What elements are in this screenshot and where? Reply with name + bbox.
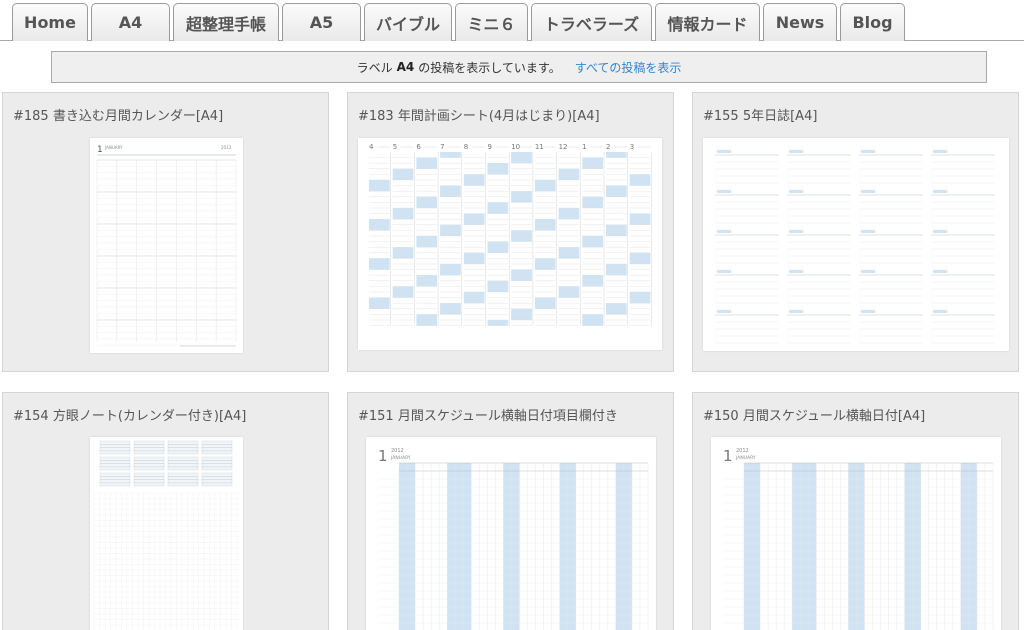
tab-a4[interactable]: A4 — [91, 3, 170, 41]
thumb-month: 1 — [723, 447, 733, 465]
month-label: 4 — [369, 143, 374, 151]
post-title[interactable]: #155 5年日誌[A4] — [703, 105, 1018, 124]
thumb-year: 2013 — [221, 145, 232, 150]
tab-chouseiri-techo[interactable]: 超整理手帳 — [173, 3, 279, 41]
tab-info-card[interactable]: 情報カード — [655, 3, 760, 41]
post-card[interactable]: #155 5年日誌[A4] — [692, 92, 1019, 372]
thumb-month-name: JANUARY — [735, 455, 756, 461]
post-title[interactable]: #150 月間スケジュール横軸日付[A4] — [703, 405, 1018, 424]
label-notice: ラベル A4 の投稿を表示しています。 すべての投稿を表示 — [51, 51, 987, 83]
tab-bible[interactable]: バイブル — [364, 3, 452, 41]
post-card[interactable]: #183 年間計画シート(4月はじまり)[A4] 4 5 6 7 8 9 10 11 12 1 2 3 — [347, 92, 674, 372]
post-card[interactable]: #185 書き込む月間カレンダー[A4] 1 JANUARY 2013 — [2, 92, 329, 372]
month-label: 11 — [535, 143, 544, 151]
monthly-schedule-icon[interactable]: 1 2012 JANUARY — [711, 437, 1001, 630]
thumb-year: 2012 — [736, 448, 749, 454]
thumb-year: 2012 — [391, 448, 404, 454]
month-label: 6 — [416, 143, 421, 151]
post-title[interactable]: #151 月間スケジュール横軸日付項目欄付き — [358, 405, 673, 424]
post-card[interactable]: #151 月間スケジュール横軸日付項目欄付き 1 2012 JANUARY — [347, 392, 674, 630]
thumb-month: 1 — [97, 145, 103, 155]
grid-note-icon[interactable] — [90, 437, 243, 630]
tab-travelers[interactable]: トラベラーズ — [531, 3, 652, 41]
post-title[interactable]: #154 方眼ノート(カレンダー付き)[A4] — [13, 405, 328, 424]
tab-news[interactable]: News — [763, 3, 837, 41]
month-label: 1 — [582, 143, 586, 151]
tab-mini6[interactable]: ミニ６ — [455, 3, 528, 41]
month-label: 7 — [440, 143, 444, 151]
thumb-month-name: JANUARY — [390, 455, 411, 461]
thumb-month-name: JANUARY — [104, 145, 123, 150]
notice-prefix: ラベル — [356, 60, 393, 75]
month-label: 9 — [488, 143, 492, 151]
monthly-schedule-icon[interactable]: 1 2012 JANUARY — [366, 437, 656, 630]
yearly-plan-icon[interactable]: 4 5 6 7 8 9 10 11 12 1 2 3 — [358, 138, 662, 350]
notice-label: A4 — [396, 60, 415, 74]
post-title[interactable]: #183 年間計画シート(4月はじまり)[A4] — [358, 105, 673, 124]
five-year-diary-icon[interactable] — [703, 138, 1009, 351]
post-card[interactable]: #154 方眼ノート(カレンダー付き)[A4] — [2, 392, 329, 630]
thumb-month: 1 — [378, 447, 388, 465]
post-card[interactable]: #150 月間スケジュール横軸日付[A4] 1 2012 JANUARY — [692, 392, 1019, 630]
show-all-posts-link[interactable]: すべての投稿を表示 — [575, 59, 682, 76]
month-label: 10 — [511, 143, 520, 151]
monthly-calendar-icon[interactable]: 1 JANUARY 2013 — [90, 138, 243, 353]
tab-home[interactable]: Home — [12, 3, 88, 41]
month-label: 3 — [630, 143, 634, 151]
tab-blog[interactable]: Blog — [840, 3, 905, 41]
month-label: 12 — [559, 143, 568, 151]
month-label: 5 — [393, 143, 397, 151]
main-nav: Home A4 超整理手帳 A5 バイブル ミニ６ トラベラーズ 情報カード N… — [0, 0, 1024, 42]
post-title[interactable]: #185 書き込む月間カレンダー[A4] — [13, 105, 328, 124]
notice-suffix: の投稿を表示しています。 — [418, 60, 561, 75]
month-label: 8 — [464, 143, 468, 151]
month-label: 2 — [606, 143, 610, 151]
tab-a5[interactable]: A5 — [282, 3, 361, 41]
